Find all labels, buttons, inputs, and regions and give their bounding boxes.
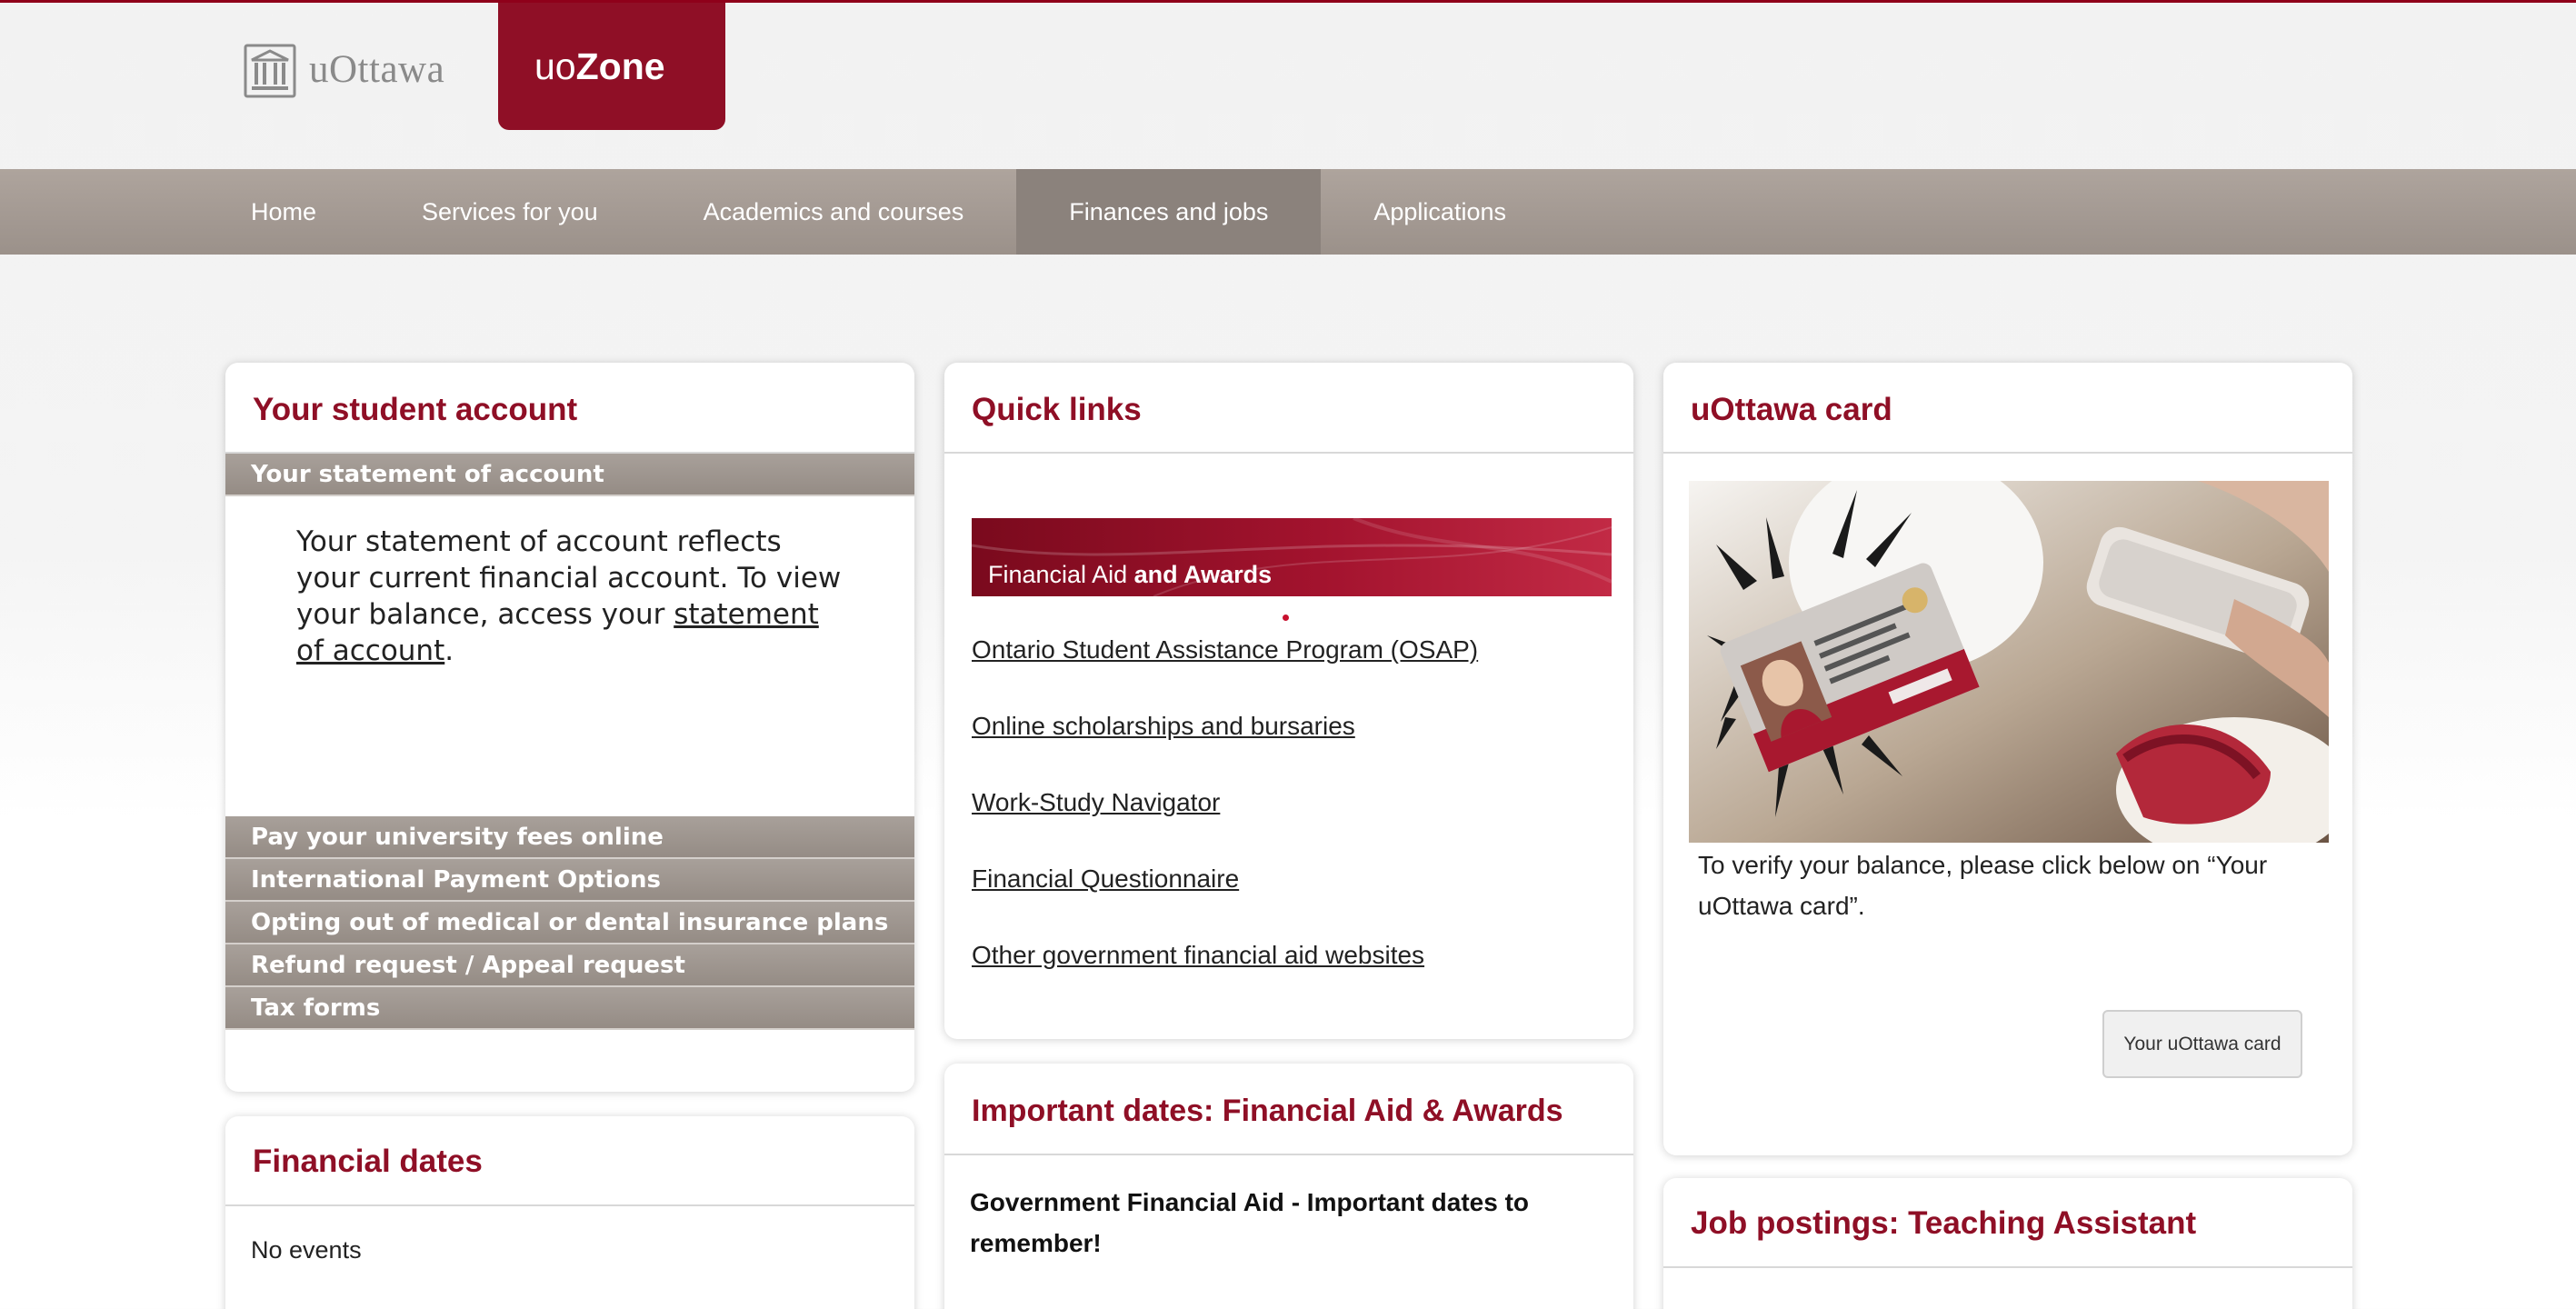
statement-description: Your statement of account reflects your …	[225, 496, 914, 816]
uottawa-logo[interactable]: uOttawa	[244, 39, 444, 99]
uozone-logo-tab[interactable]: uo Zone	[498, 3, 725, 130]
card-title: Important dates: Financial Aid & Awards	[944, 1064, 1633, 1155]
uozone-suffix: Zone	[575, 45, 665, 87]
banner-text-2: and Awards	[1133, 561, 1273, 588]
osap-link[interactable]: Ontario Student Assistance Program (OSAP…	[972, 635, 1478, 664]
carousel-dot-icon[interactable]	[1283, 615, 1289, 621]
statement-of-account-bar[interactable]: Your statement of account	[225, 454, 914, 496]
online-scholarships-link[interactable]: Online scholarships and bursaries	[972, 712, 1355, 741]
nav-academics-and-courses[interactable]: Academics and courses	[651, 169, 1017, 255]
uottawa-wordmark: uOttawa	[309, 47, 445, 91]
important-dates-card: Important dates: Financial Aid & Awards …	[944, 1064, 1633, 1309]
uottawa-card-photo	[1689, 481, 2329, 843]
no-events-text: No events	[251, 1236, 362, 1264]
site-header: uOttawa uo Zone	[0, 3, 2576, 169]
government-aid-websites-link[interactable]: Other government financial aid websites	[972, 941, 1424, 970]
nav-finances-and-jobs[interactable]: Finances and jobs	[1016, 169, 1322, 255]
card-title: Your student account	[225, 363, 914, 454]
nav-services-for-you[interactable]: Services for you	[369, 169, 651, 255]
university-crest-icon	[244, 44, 296, 98]
financial-dates-card: Financial dates No events	[225, 1116, 914, 1309]
work-study-navigator-link[interactable]: Work-Study Navigator	[972, 788, 1220, 817]
statement-text-after: .	[444, 635, 454, 667]
quick-links-card: Quick links Financial Aid and Awards Ont…	[944, 363, 1633, 1039]
main-navigation: Home Services for you Academics and cour…	[0, 169, 2576, 255]
job-postings-card: Job postings: Teaching Assistant	[1663, 1178, 2352, 1309]
nav-home[interactable]: Home	[198, 169, 369, 255]
nav-applications[interactable]: Applications	[1321, 169, 1559, 255]
student-account-card: Your student account Your statement of a…	[225, 363, 914, 1092]
banner-text-1: Financial Aid	[988, 561, 1128, 588]
card-title: Financial dates	[225, 1116, 914, 1206]
financial-questionnaire-link[interactable]: Financial Questionnaire	[972, 864, 1239, 894]
opting-out-insurance-bar[interactable]: Opting out of medical or dental insuranc…	[225, 902, 914, 944]
your-uottawa-card-button[interactable]: Your uOttawa card	[2102, 1010, 2302, 1078]
financial-aid-awards-banner[interactable]: Financial Aid and Awards	[972, 518, 1612, 596]
card-title: Job postings: Teaching Assistant	[1663, 1178, 2352, 1268]
refund-appeal-request-bar[interactable]: Refund request / Appeal request	[225, 944, 914, 987]
card-title: uOttawa card	[1663, 363, 2352, 454]
important-dates-subtitle: Government Financial Aid - Important dat…	[970, 1188, 1530, 1257]
pay-fees-online-bar[interactable]: Pay your university fees online	[225, 816, 914, 859]
uozone-prefix: uo	[534, 45, 576, 87]
tax-forms-bar[interactable]: Tax forms	[225, 987, 914, 1030]
student-card-illustration	[1689, 481, 2329, 843]
international-payment-options-bar[interactable]: International Payment Options	[225, 859, 914, 902]
card-title: Quick links	[944, 363, 1633, 454]
banner-text: Financial Aid and Awards	[988, 561, 1272, 589]
uottawa-card-caption: To verify your balance, please click bel…	[1698, 851, 2268, 920]
uottawa-card-card: uOttawa card To verify your balance, ple…	[1663, 363, 2352, 1155]
